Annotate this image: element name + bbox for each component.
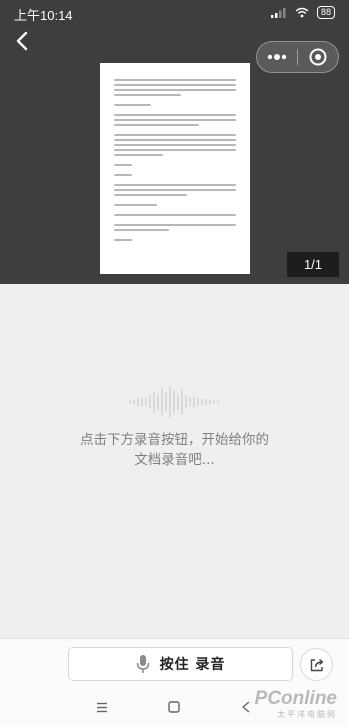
wifi-icon — [295, 7, 309, 18]
watermark: PConline 太平洋电脑网 — [255, 688, 337, 719]
record-hint: 点击下方录音按钮，开始给你的 文档录音吧... — [0, 430, 349, 470]
document-page-thumbnail[interactable] — [100, 63, 250, 274]
watermark-brand: PConline — [254, 688, 337, 709]
system-nav-bar: PConline 太平洋电脑网 — [0, 688, 349, 726]
bottom-action-bar: 按住 录音 — [0, 638, 349, 688]
more-dots-icon — [267, 54, 287, 60]
target-circle-icon — [309, 48, 327, 66]
status-icons: 88 — [270, 6, 335, 19]
share-button[interactable] — [300, 648, 333, 681]
waveform-icon — [129, 386, 219, 418]
nav-menu-button[interactable] — [91, 696, 113, 718]
microphone-icon — [136, 655, 149, 673]
close-miniprogram-button[interactable] — [298, 42, 338, 72]
record-hint-line1: 点击下方录音按钮，开始给你的 — [80, 432, 269, 448]
square-home-icon — [168, 701, 180, 713]
back-triangle-icon — [242, 701, 250, 713]
hold-to-record-button[interactable]: 按住 录音 — [68, 647, 293, 681]
record-hint-line2: 文档录音吧... — [134, 452, 215, 468]
chevron-left-icon — [16, 31, 28, 51]
battery-indicator: 88 — [316, 6, 335, 19]
page-counter: 1/1 — [287, 252, 339, 277]
document-viewer: 上午10:14 88 1/1 — [0, 0, 349, 284]
watermark-sub: 太平洋电脑网 — [277, 710, 337, 719]
menu-lines-icon — [97, 702, 107, 712]
status-time: 上午10:14 — [14, 8, 73, 23]
record-button-label: 按住 录音 — [159, 657, 226, 673]
nav-home-button[interactable] — [163, 696, 185, 718]
status-bar: 上午10:14 88 — [0, 0, 349, 26]
back-button[interactable] — [10, 28, 36, 54]
signal-icon — [270, 7, 287, 18]
share-icon — [310, 658, 323, 671]
miniprogram-capsule — [256, 41, 339, 73]
more-button[interactable] — [257, 42, 297, 72]
